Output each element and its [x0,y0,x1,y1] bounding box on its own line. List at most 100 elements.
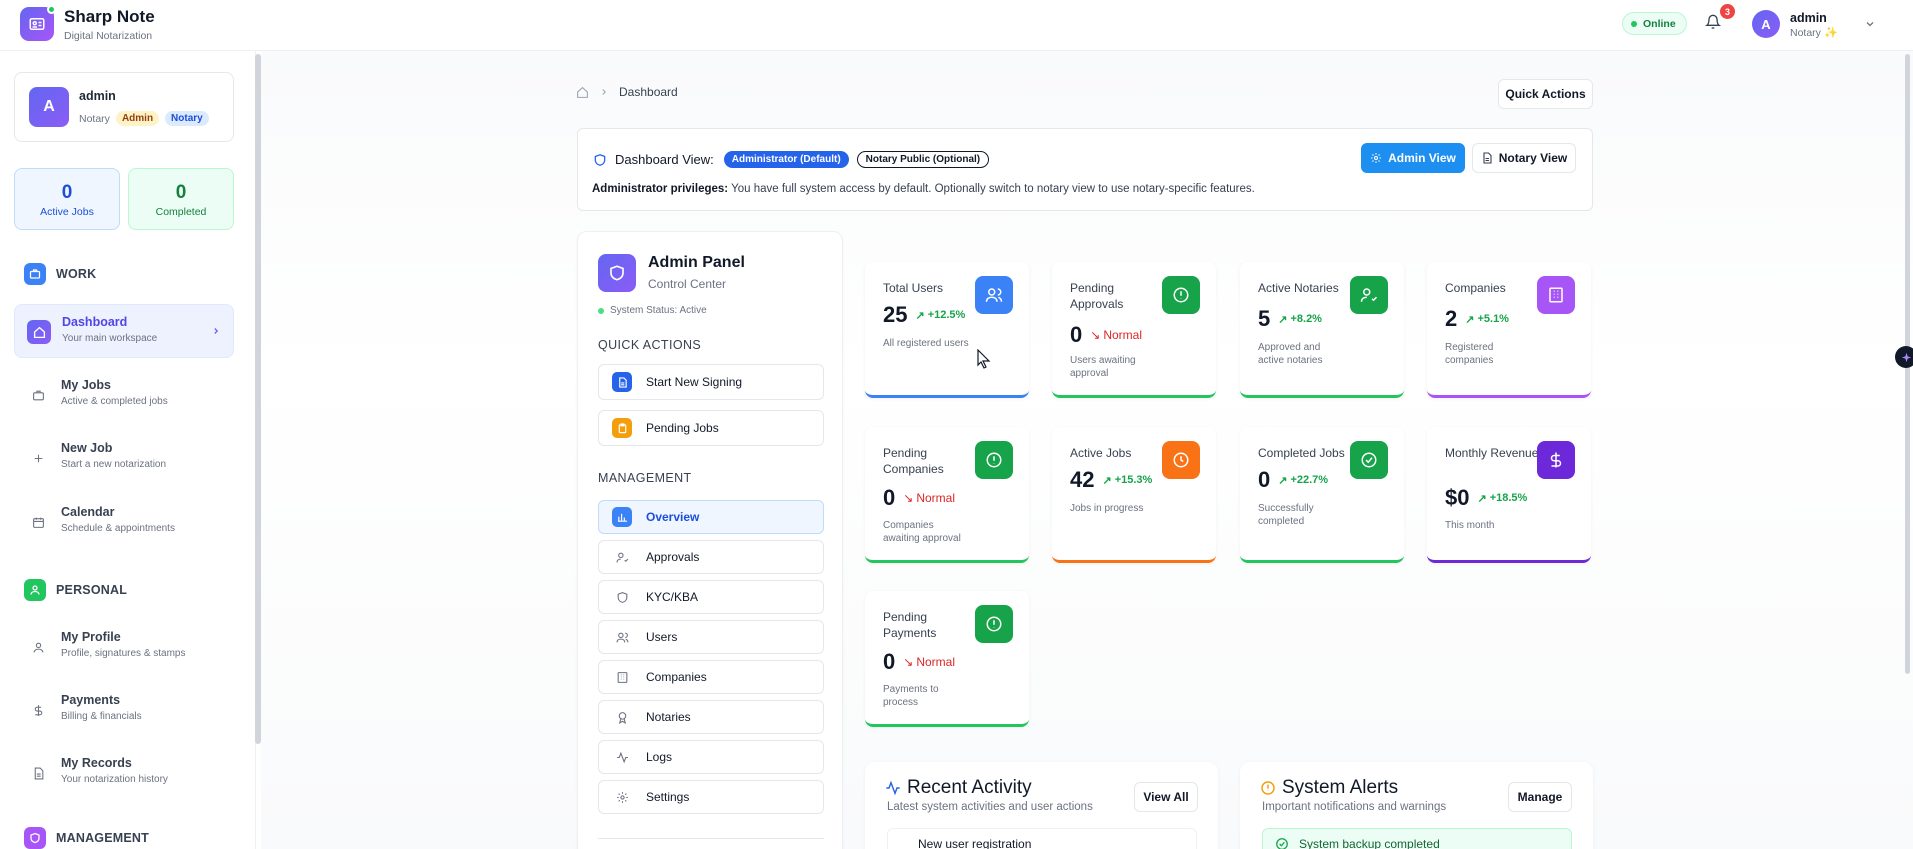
admin-view-label: Admin View [1388,151,1456,165]
trend-up: ↗ +5.1% [1465,313,1509,326]
stat-card-pending-payments[interactable]: Pending Payments 0 ↘ Normal Payments to pr… [865,591,1029,727]
calendar-icon [26,510,50,534]
user-check-icon [1350,276,1388,314]
system-alerts-subtitle: Important notifications and warnings [1262,801,1447,813]
brand-title: Sharp Note [64,7,155,26]
stat-card-active-notaries[interactable]: Active Notaries 5 ↗ +8.2% Approved and act… [1240,262,1404,398]
mgmt-item-label: KYC/KBA [646,590,699,604]
stat-card-title: Pending Approvals [1070,281,1124,311]
active-jobs-label: Active Jobs [40,206,94,218]
stat-card-title: Completed Jobs [1258,446,1345,460]
stat-card-desc: Registered companies [1445,342,1494,366]
users-icon [612,627,632,647]
stat-card-total-users[interactable]: Total Users 25 ↗ +12.5% All registered use… [865,262,1029,398]
mgmt-item-logs[interactable]: Logs [598,740,824,774]
notary-view-button[interactable]: Notary View [1472,143,1576,173]
active-jobs-stat[interactable]: 0 Active Jobs [14,168,120,230]
sidebar-item-calendar[interactable]: Calendar Schedule & appointments [14,495,234,549]
mgmt-item-companies[interactable]: Companies [598,660,824,694]
section-work: WORK [24,263,96,285]
sidebar-item-subtitle: Your main workspace [62,333,158,344]
notification-count-badge: 3 [1720,4,1735,19]
stat-card-monthly-revenue[interactable]: Monthly Revenue $0 ↗ +18.5% This month [1427,427,1591,563]
home-icon[interactable] [576,86,589,99]
stat-card-desc: Successfully completed [1258,503,1314,527]
floating-assistant-button[interactable] [1895,346,1913,368]
completed-value: 0 [175,182,187,203]
building-icon [1537,276,1575,314]
admin-badge: Admin [115,111,160,126]
status-dot [598,307,604,314]
alert-item[interactable]: System backup completed [1262,828,1572,849]
mgmt-item-overview[interactable]: Overview [598,500,824,534]
management-heading: MANAGEMENT [598,471,692,485]
sidebar-item-dashboard[interactable]: Dashboard Your main workspace [14,304,234,358]
user-icon [26,635,50,659]
sidebar-item-subtitle: Start a new notarization [61,459,167,470]
dollar-icon [1537,441,1575,479]
stat-card-title: Total Users [883,281,944,295]
sidebar-user-card[interactable]: A admin Notary Admin Notary [14,72,234,142]
trend-value: +12.5% [927,309,966,321]
mgmt-item-settings[interactable]: Settings [598,780,824,814]
mgmt-item-users[interactable]: Users [598,620,824,654]
sidebar-item-my-jobs[interactable]: My Jobs Active & completed jobs [14,368,234,422]
system-alerts-title: System Alerts [1260,777,1398,799]
system-status-text: System Status: Active [610,305,707,316]
mgmt-item-approvals[interactable]: Approvals [598,540,824,574]
file-icon [1483,152,1492,164]
recent-activity-subtitle: Latest system activities and user action… [887,801,1093,813]
stat-card-companies[interactable]: Companies 2 ↗ +5.1% Registered companies [1427,262,1591,398]
trend-up: ↗ +12.5% [915,309,965,322]
mgmt-item-kyc-kba[interactable]: KYC/KBA [598,580,824,614]
recent-activity-card: Recent Activity Latest system activities… [865,762,1218,849]
sidebar-item-payments[interactable]: Payments Billing & financials [14,683,234,737]
sidebar-item-my-profile[interactable]: My Profile Profile, signatures & stamps [14,620,234,674]
notary-view-label: Notary View [1498,151,1568,165]
arrow-up-right-icon: ↗ [1477,492,1487,505]
admin-view-button[interactable]: Admin View [1361,143,1465,173]
sidebar-item-my-records[interactable]: My Records Your notarization history [14,746,234,800]
stat-card-active-jobs[interactable]: Active Jobs 42 ↗ +15.3% Jobs in progress [1052,427,1216,563]
notifications-button[interactable] [1705,14,1721,30]
sidebar-user-name: admin [79,89,116,103]
user-menu-chevron-icon[interactable] [1864,18,1876,30]
header-avatar[interactable]: A [1752,10,1780,38]
trend-up: ↗ +22.7% [1278,474,1328,487]
briefcase-icon [24,263,46,285]
activity-item[interactable]: New user registration [887,828,1197,849]
stat-card-pending-companies[interactable]: Pending Companies 0 ↘ Normal Companies awa… [865,427,1029,563]
section-work-label: WORK [56,267,97,281]
building-icon [612,667,632,687]
briefcase-icon [26,383,50,407]
quick-actions-button[interactable]: Quick Actions [1498,79,1593,109]
trend-up: ↗ +18.5% [1477,492,1527,505]
mgmt-item-notaries[interactable]: Notaries [598,700,824,734]
system-alerts-card: System Alerts Important notifications an… [1240,762,1593,849]
sidebar-item-new-job[interactable]: New Job Start a new notarization [14,431,234,485]
sidebar-item-title: Calendar [61,505,115,519]
document-icon [612,372,632,392]
stat-card-completed-jobs[interactable]: Completed Jobs 0 ↗ +22.7% Successfully com… [1240,427,1404,563]
gear-icon [1371,153,1382,163]
manage-button[interactable]: Manage [1508,782,1572,812]
stat-card-title: Pending Payments [883,610,937,640]
recent-activity-title: Recent Activity [885,777,1032,799]
arrow-up-right-icon: ↗ [915,309,925,322]
completed-stat[interactable]: 0 Completed [128,168,234,230]
pending-jobs-button[interactable]: Pending Jobs [598,410,824,446]
view-all-button[interactable]: View All [1134,782,1198,812]
app-logo[interactable] [20,5,56,41]
stat-card-pending-approvals[interactable]: Pending Approvals 0 ↘ Normal Users awaitin… [1052,262,1216,398]
header-user-name[interactable]: admin [1790,11,1827,25]
completed-label: Completed [155,206,207,218]
trend-value: +8.2% [1290,313,1322,325]
stat-card-desc: Users awaiting approval [1070,355,1136,379]
alert-circle-icon [1260,780,1276,796]
sparkle-icon: ✨ [1823,27,1838,39]
mgmt-item-label: Users [646,630,678,644]
stat-card-title: Monthly Revenue [1445,446,1539,460]
stat-card-value: 0 [1070,322,1083,347]
start-new-signing-button[interactable]: Start New Signing [598,364,824,400]
dollar-icon [26,698,50,722]
